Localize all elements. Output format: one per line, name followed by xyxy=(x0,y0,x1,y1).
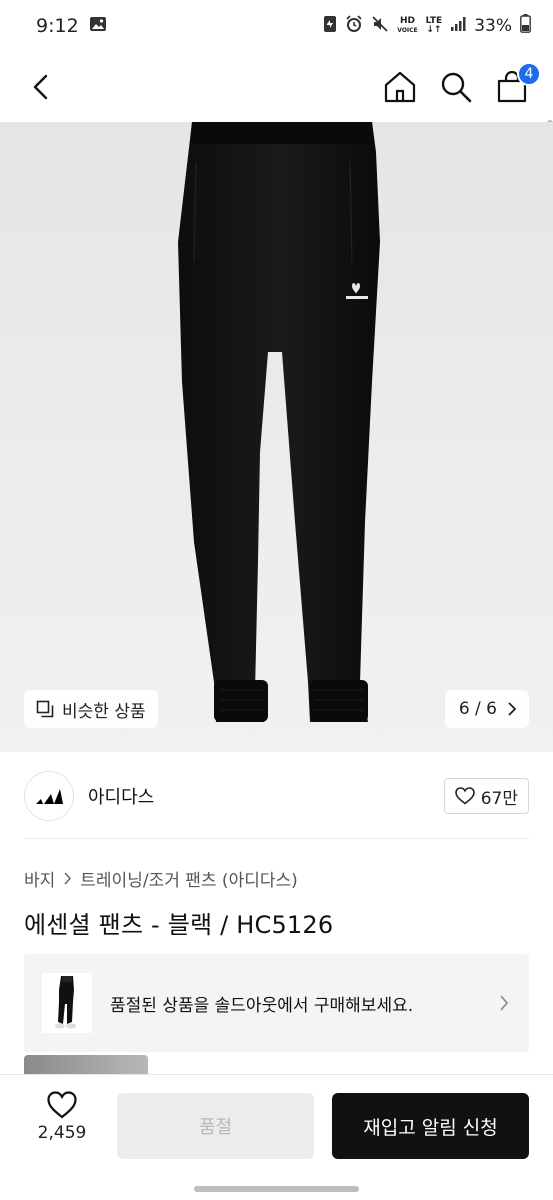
product-image-gallery[interactable]: 비슷한 상품 6 / 6 xyxy=(0,122,553,752)
breadcrumb: 바지 트레이닝/조거 팬츠 (아디다스) xyxy=(24,866,298,891)
gallery-page-indicator[interactable]: 6 / 6 xyxy=(444,690,529,728)
heart-icon xyxy=(47,1091,77,1119)
home-icon xyxy=(384,71,416,103)
brand-like-count: 67만 xyxy=(480,788,518,809)
status-time: 9:12 xyxy=(36,15,79,37)
brand-logo[interactable] xyxy=(24,771,74,821)
sync-icon xyxy=(323,15,337,38)
chevron-left-icon xyxy=(33,74,48,100)
home-indicator[interactable] xyxy=(194,1186,359,1192)
status-left: 9:12 xyxy=(36,15,107,38)
product-title: 에센셜 팬츠 - 블랙 / HC5126 xyxy=(24,911,334,939)
soldout-product-thumbnail xyxy=(42,973,92,1033)
back-button[interactable] xyxy=(24,70,58,104)
chevron-right-icon xyxy=(508,702,517,716)
lte-indicator: LTE ↓↑ xyxy=(425,16,443,35)
search-icon xyxy=(441,72,472,103)
brand-row[interactable]: 아디다스 67만 xyxy=(24,768,529,824)
cart-button[interactable]: 4 xyxy=(495,62,541,104)
soldout-banner[interactable]: 품절된 상품을 솔드아웃에서 구매해보세요. xyxy=(24,954,529,1052)
alarm-icon xyxy=(345,14,363,38)
chevron-right-icon xyxy=(64,872,72,885)
related-product-thumbnail[interactable] xyxy=(24,1055,148,1075)
product-image xyxy=(178,122,380,722)
wishlist-button[interactable]: 2,459 xyxy=(24,1091,100,1143)
bottom-action-bar: 2,459 품절 재입고 알림 신청 xyxy=(0,1074,553,1200)
breadcrumb-subcategory[interactable]: 트레이닝/조거 팬츠 (아디다스) xyxy=(80,866,297,891)
battery-icon xyxy=(520,14,531,38)
brand-name[interactable]: 아디다스 xyxy=(88,783,154,809)
chevron-right-icon xyxy=(500,995,509,1011)
signal-icon xyxy=(450,16,466,37)
heart-icon xyxy=(454,787,475,805)
home-button[interactable] xyxy=(383,70,417,104)
nav-actions: 4 xyxy=(383,62,541,104)
copy-icon xyxy=(36,700,54,718)
soldout-banner-text: 품절된 상품을 솔드아웃에서 구매해보세요. xyxy=(110,995,414,1016)
page-indicator-text: 6 / 6 xyxy=(458,699,497,719)
cart-count-badge: 4 xyxy=(517,62,541,86)
similar-products-button[interactable]: 비슷한 상품 xyxy=(24,690,158,728)
gallery-notification-icon xyxy=(89,15,107,38)
soldout-button[interactable]: 품절 xyxy=(117,1093,314,1159)
status-right: HD VOICE LTE ↓↑ 33% xyxy=(323,14,531,38)
wishlist-count: 2,459 xyxy=(37,1123,87,1143)
breadcrumb-category[interactable]: 바지 xyxy=(24,866,55,891)
status-bar: 9:12 HD VOICE LTE ↓↑ 33% xyxy=(0,0,553,52)
mute-icon xyxy=(371,15,389,38)
similar-products-label: 비슷한 상품 xyxy=(62,701,146,722)
divider xyxy=(24,838,529,839)
top-nav: 4 xyxy=(0,52,553,172)
brand-like-button[interactable]: 67만 xyxy=(443,778,529,814)
voice-label: VOICE xyxy=(397,27,418,34)
hd-label: HD xyxy=(399,16,415,26)
search-button[interactable] xyxy=(439,70,473,104)
hd-voice-indicator: HD VOICE xyxy=(397,17,417,35)
adidas-logo-icon xyxy=(36,789,63,804)
battery-percent: 33% xyxy=(474,16,512,36)
restock-alert-button[interactable]: 재입고 알림 신청 xyxy=(332,1093,529,1159)
